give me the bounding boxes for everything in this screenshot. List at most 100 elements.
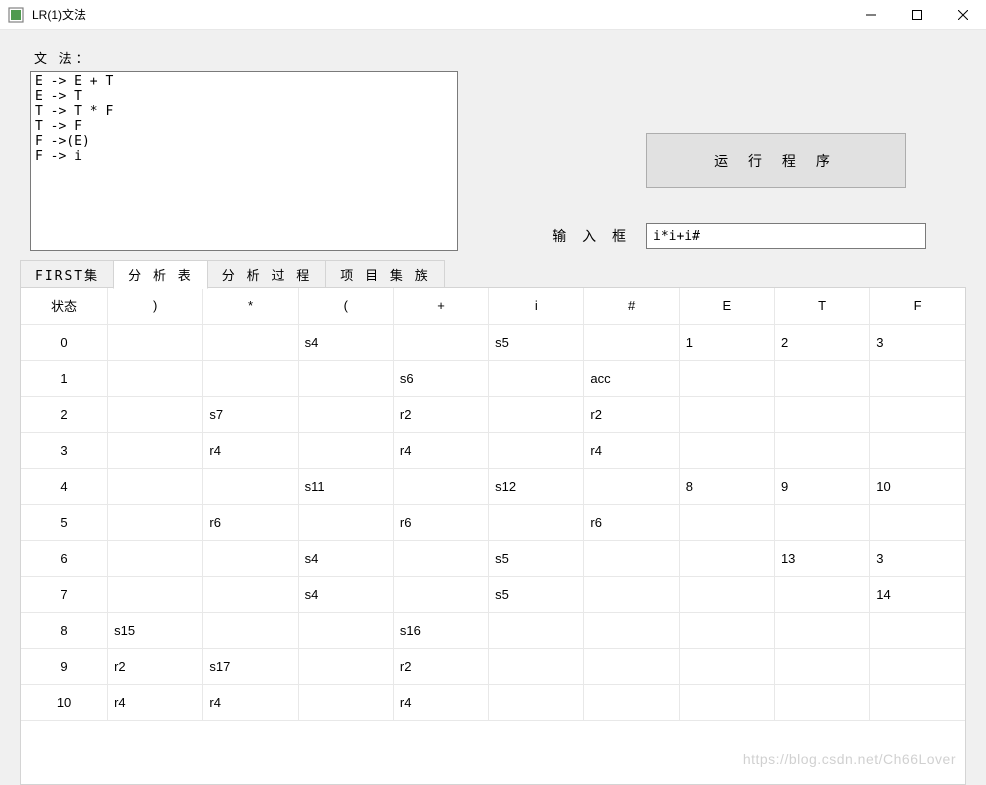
table-cell[interactable] [774,432,869,468]
table-cell[interactable]: r6 [203,504,298,540]
table-cell[interactable] [489,648,584,684]
table-cell[interactable]: s4 [298,324,393,360]
table-cell[interactable] [870,684,965,720]
table-cell[interactable] [298,504,393,540]
table-cell[interactable]: s11 [298,468,393,504]
table-cell[interactable] [203,576,298,612]
table-cell[interactable]: s16 [393,612,488,648]
table-cell[interactable] [870,612,965,648]
table-cell[interactable] [679,396,774,432]
table-cell[interactable] [870,396,965,432]
maximize-button[interactable] [894,0,940,30]
table-cell[interactable] [870,504,965,540]
table-cell[interactable] [584,684,679,720]
table-scroll[interactable]: 状态 ) * ( + i # E T F [21,288,965,784]
table-cell[interactable] [584,612,679,648]
table-cell[interactable] [584,540,679,576]
table-cell[interactable] [203,612,298,648]
table-cell[interactable]: r4 [584,432,679,468]
table-cell[interactable] [298,684,393,720]
table-cell[interactable] [203,540,298,576]
table-cell[interactable]: r4 [393,684,488,720]
grammar-textarea[interactable] [30,71,458,251]
table-cell[interactable] [774,612,869,648]
state-cell[interactable]: 8 [21,612,108,648]
tab-parse-table[interactable]: 分 析 表 [113,260,208,289]
table-cell[interactable]: 9 [774,468,869,504]
table-cell[interactable] [679,576,774,612]
tab-item-sets[interactable]: 项 目 集 族 [325,260,444,288]
table-cell[interactable] [774,684,869,720]
table-cell[interactable] [489,432,584,468]
table-cell[interactable] [679,540,774,576]
table-cell[interactable] [298,432,393,468]
table-cell[interactable]: 3 [870,324,965,360]
tab-first-set[interactable]: FIRST集 [20,260,114,288]
table-cell[interactable]: s15 [108,612,203,648]
table-cell[interactable] [108,540,203,576]
table-cell[interactable]: s5 [489,576,584,612]
table-cell[interactable] [298,396,393,432]
minimize-button[interactable] [848,0,894,30]
table-cell[interactable]: r4 [203,684,298,720]
table-cell[interactable]: 1 [679,324,774,360]
table-cell[interactable] [679,648,774,684]
table-cell[interactable]: s4 [298,576,393,612]
table-cell[interactable]: r4 [203,432,298,468]
table-cell[interactable] [679,504,774,540]
table-cell[interactable]: s12 [489,468,584,504]
table-cell[interactable]: r4 [108,684,203,720]
input-field[interactable] [646,223,926,249]
state-cell[interactable]: 1 [21,360,108,396]
table-cell[interactable]: r4 [393,432,488,468]
table-cell[interactable] [489,504,584,540]
table-cell[interactable] [584,324,679,360]
table-cell[interactable]: s6 [393,360,488,396]
tab-parse-process[interactable]: 分 析 过 程 [207,260,326,288]
table-cell[interactable] [870,360,965,396]
table-cell[interactable]: r6 [393,504,488,540]
table-cell[interactable]: r2 [393,396,488,432]
table-cell[interactable] [774,576,869,612]
table-cell[interactable]: r2 [393,648,488,684]
table-cell[interactable] [774,396,869,432]
state-cell[interactable]: 10 [21,684,108,720]
table-cell[interactable]: s7 [203,396,298,432]
table-cell[interactable] [203,324,298,360]
close-button[interactable] [940,0,986,30]
table-cell[interactable]: r2 [584,396,679,432]
table-cell[interactable] [203,360,298,396]
table-cell[interactable] [108,360,203,396]
table-cell[interactable] [679,684,774,720]
run-button[interactable]: 运 行 程 序 [646,133,906,188]
table-cell[interactable] [298,360,393,396]
table-cell[interactable] [108,576,203,612]
table-cell[interactable] [108,468,203,504]
table-cell[interactable] [679,360,774,396]
table-cell[interactable] [108,396,203,432]
state-cell[interactable]: 7 [21,576,108,612]
state-cell[interactable]: 2 [21,396,108,432]
table-cell[interactable] [108,324,203,360]
table-cell[interactable] [108,504,203,540]
table-cell[interactable]: s5 [489,540,584,576]
table-cell[interactable]: 10 [870,468,965,504]
table-cell[interactable] [679,612,774,648]
table-cell[interactable] [489,360,584,396]
table-cell[interactable]: r6 [584,504,679,540]
table-cell[interactable]: 13 [774,540,869,576]
table-cell[interactable] [774,504,869,540]
table-cell[interactable] [489,684,584,720]
table-cell[interactable]: s5 [489,324,584,360]
table-cell[interactable] [584,468,679,504]
table-cell[interactable]: 14 [870,576,965,612]
table-cell[interactable] [203,468,298,504]
state-cell[interactable]: 5 [21,504,108,540]
table-cell[interactable] [298,648,393,684]
table-cell[interactable] [870,648,965,684]
state-cell[interactable]: 9 [21,648,108,684]
state-cell[interactable]: 4 [21,468,108,504]
state-cell[interactable]: 3 [21,432,108,468]
table-cell[interactable] [774,648,869,684]
table-cell[interactable] [774,360,869,396]
